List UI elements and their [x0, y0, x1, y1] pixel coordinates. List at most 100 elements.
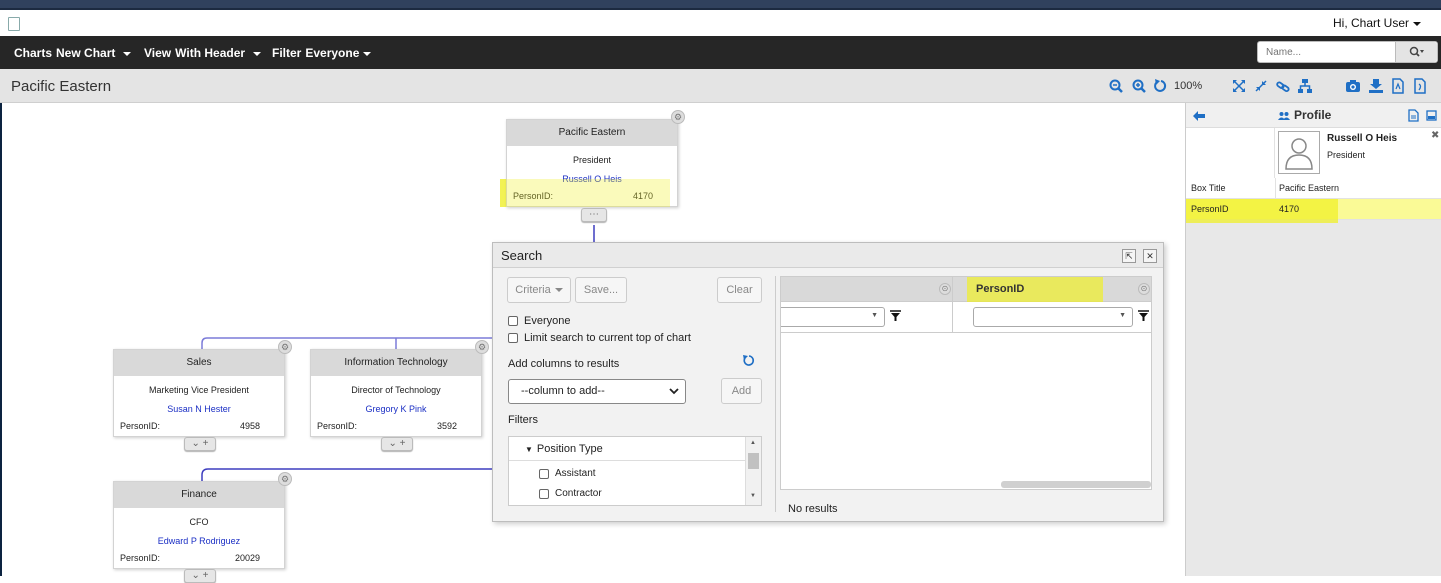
- chevron-down-icon: ▼: [1119, 312, 1126, 319]
- page-title: Pacific Eastern: [11, 78, 112, 95]
- add-column-button[interactable]: Add: [721, 378, 762, 404]
- no-results-text: No results: [788, 503, 838, 515]
- box-person-name[interactable]: Susan N Hester: [114, 404, 284, 414]
- download-icon[interactable]: [1368, 78, 1384, 94]
- org-box-pacific-eastern[interactable]: Pacific Eastern President Russell O Heis…: [506, 119, 678, 207]
- chart-title-bar: Pacific Eastern 100%: [0, 69, 1441, 103]
- scroll-thumb[interactable]: [748, 453, 759, 469]
- user-bar: Hi, Chart User: [0, 10, 1441, 36]
- filters-label: Filters: [508, 414, 538, 426]
- popout-icon[interactable]: ⇱: [1122, 249, 1136, 263]
- gear-icon[interactable]: ⚙: [278, 340, 292, 354]
- user-greeting: Hi, Chart User: [1332, 16, 1409, 30]
- filter-assistant[interactable]: Assistant: [539, 468, 596, 479]
- limit-search-label: Limit search to current top of chart: [524, 332, 691, 344]
- gear-icon[interactable]: ⚙: [475, 340, 489, 354]
- column-settings-icon[interactable]: ⊙: [1138, 283, 1150, 295]
- personid-filter-select[interactable]: ▼: [973, 307, 1133, 327]
- profile-name: Russell O Heis: [1327, 133, 1398, 144]
- document-export-icon[interactable]: [1412, 78, 1428, 94]
- clear-button[interactable]: Clear: [717, 277, 762, 303]
- box-person-name[interactable]: Russell O Heis: [507, 174, 677, 184]
- back-arrow-icon[interactable]: [1193, 111, 1205, 121]
- limit-search-option[interactable]: Limit search to current top of chart: [508, 332, 691, 344]
- user-menu[interactable]: Hi, Chart User: [1333, 16, 1421, 30]
- profile-photo-cell: [1186, 128, 1275, 180]
- charts-value: New Chart: [56, 46, 116, 60]
- view-menu[interactable]: View With Header: [144, 46, 265, 60]
- org-chart-expand-icon[interactable]: ⋯: [581, 208, 607, 222]
- filters-list: ▼ Position Type Assistant Contractor ▲ ▼: [508, 436, 762, 506]
- close-icon[interactable]: ✕: [1143, 249, 1157, 263]
- filter-icon[interactable]: [1138, 310, 1149, 322]
- filter-menu[interactable]: Filter Everyone: [272, 46, 375, 60]
- org-box-sales[interactable]: Sales Marketing Vice President Susan N H…: [113, 349, 285, 437]
- add-columns-label: Add columns to results: [508, 358, 620, 370]
- box-header: Information Technology: [311, 350, 481, 376]
- column-select-value: --column to add--: [521, 385, 605, 397]
- chevron-down-icon: [1413, 21, 1421, 26]
- box-person-name[interactable]: Gregory K Pink: [311, 404, 481, 414]
- filter-contractor[interactable]: Contractor: [539, 488, 602, 499]
- box-position: CFO: [189, 517, 209, 527]
- filter-value: Everyone: [305, 46, 360, 60]
- search-button[interactable]: [1395, 42, 1437, 62]
- box-header: Pacific Eastern: [507, 120, 677, 146]
- zoom-out-icon[interactable]: [1108, 78, 1124, 94]
- expand-children-button[interactable]: ⌄ +: [184, 569, 216, 583]
- column-select[interactable]: --column to add--: [508, 379, 686, 404]
- box-header: Finance: [114, 482, 284, 508]
- criteria-button[interactable]: Criteria: [507, 277, 571, 303]
- reset-zoom-icon[interactable]: [1153, 78, 1169, 94]
- expand-children-button[interactable]: ⌄ +: [381, 437, 413, 451]
- chevron-down-icon: ▼: [871, 312, 878, 319]
- column-filter-select[interactable]: ▼: [781, 307, 885, 327]
- gear-icon[interactable]: ⚙: [671, 110, 685, 124]
- contractor-checkbox[interactable]: [539, 488, 549, 499]
- everyone-option[interactable]: Everyone: [508, 315, 570, 327]
- save-button[interactable]: Save...: [575, 277, 627, 303]
- assistant-checkbox[interactable]: [539, 468, 549, 479]
- refresh-icon[interactable]: [742, 354, 755, 367]
- everyone-checkbox[interactable]: [508, 316, 518, 326]
- org-box-information-technology[interactable]: Information Technology Director of Techn…: [310, 349, 482, 437]
- camera-icon[interactable]: [1345, 78, 1361, 94]
- expand-children-button[interactable]: ⌄ +: [184, 437, 216, 451]
- scroll-up-icon[interactable]: ▲: [750, 440, 756, 446]
- close-icon[interactable]: ✖: [1431, 130, 1439, 141]
- link-icon[interactable]: [1275, 78, 1291, 94]
- chevron-down-icon: [123, 51, 132, 56]
- expand-icon[interactable]: [1231, 78, 1247, 94]
- gear-icon[interactable]: ⚙: [278, 472, 292, 486]
- horizontal-scrollbar[interactable]: [1001, 481, 1151, 488]
- box-person-name[interactable]: Edward P Rodriguez: [114, 536, 284, 546]
- top-strip: [0, 0, 1441, 10]
- pane-divider: [775, 276, 776, 512]
- filter-icon[interactable]: [890, 310, 901, 322]
- collapse-icon[interactable]: [1253, 78, 1269, 94]
- position-type-group[interactable]: ▼ Position Type: [509, 437, 745, 461]
- search-dialog-header: Search ⇱ ✕: [493, 243, 1163, 268]
- personid-column-header[interactable]: PersonID: [976, 283, 1024, 295]
- limit-search-checkbox[interactable]: [508, 333, 518, 343]
- search-dialog: Search ⇱ ✕ Criteria Save... Clear Everyo…: [492, 242, 1164, 522]
- zoom-in-icon[interactable]: [1131, 78, 1147, 94]
- box-personid-row: PersonID: 4958: [120, 421, 260, 431]
- document-icon[interactable]: [1408, 109, 1419, 122]
- search-dialog-title: Search: [501, 248, 543, 263]
- personid-value: 3592: [436, 421, 457, 431]
- charts-menu[interactable]: Charts New Chart: [14, 46, 135, 60]
- personid-label: PersonID:: [317, 421, 358, 431]
- name-search-input[interactable]: [1258, 42, 1394, 62]
- view-value: With Header: [175, 46, 246, 60]
- filters-scrollbar[interactable]: ▲ ▼: [745, 437, 761, 505]
- minimize-panel-icon[interactable]: [1426, 110, 1437, 121]
- pdf-icon[interactable]: [1390, 78, 1406, 94]
- scroll-down-icon[interactable]: ▼: [750, 493, 756, 499]
- column-settings-icon[interactable]: ⊙: [939, 283, 951, 295]
- org-structure-icon[interactable]: [1297, 78, 1313, 94]
- personid-value: 4170: [632, 191, 653, 201]
- box-position: Director of Technology: [351, 385, 441, 395]
- org-box-finance[interactable]: Finance CFO Edward P Rodriguez PersonID:…: [113, 481, 285, 569]
- everyone-label: Everyone: [524, 315, 571, 327]
